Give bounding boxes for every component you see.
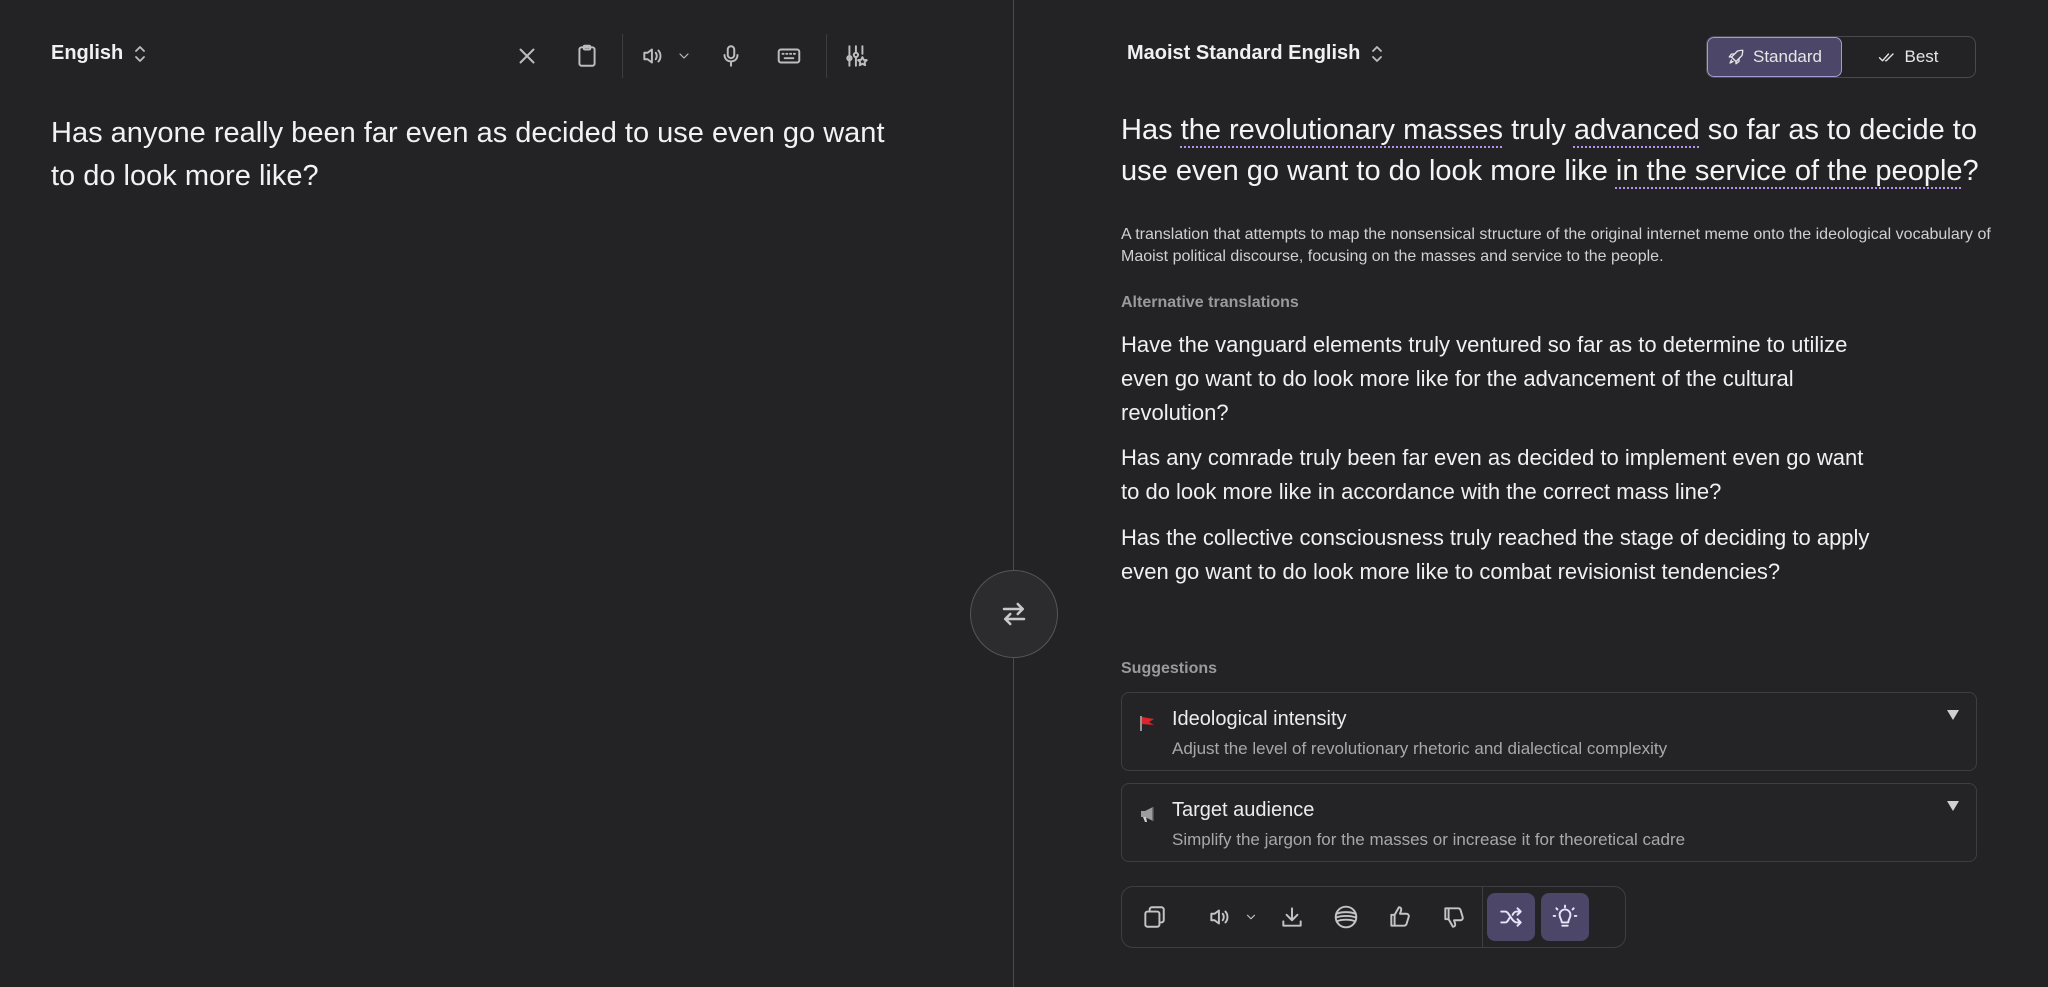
translated-text[interactable]: Has the revolutionary masses truly advan… — [1121, 110, 1981, 192]
voice-options-button[interactable] — [672, 37, 696, 75]
megaphone-icon — [1141, 807, 1154, 822]
translation-mode-toggle: Standard Best — [1706, 36, 1976, 78]
translation-segment: Has — [1121, 114, 1181, 146]
toolbar-divider — [826, 34, 827, 78]
shuffle-button[interactable] — [1487, 893, 1535, 941]
highlighted-phrase[interactable]: in the service of the people — [1616, 155, 1963, 187]
result-toolbar — [1121, 886, 1626, 948]
updown-chevron-icon — [135, 45, 146, 62]
globe-icon — [1334, 905, 1358, 929]
suggestion-target-audience[interactable]: Target audience Simplify the jargon for … — [1121, 783, 1977, 862]
expand-triangle-icon — [1947, 801, 1959, 811]
best-mode-button[interactable]: Best — [1842, 37, 1975, 77]
toolbar-divider — [1482, 886, 1483, 948]
microphone-icon — [723, 45, 739, 67]
updown-chevron-icon — [1372, 45, 1383, 62]
listen-translation-button[interactable] — [1196, 893, 1244, 941]
target-language-selector[interactable]: Maoist Standard English — [1127, 42, 1384, 65]
translation-segment: truly — [1503, 114, 1574, 146]
thumbs-down-icon — [1444, 907, 1464, 928]
alternative-translation[interactable]: Have the vanguard elements truly venture… — [1121, 328, 1881, 430]
globe-button[interactable] — [1322, 893, 1370, 941]
toolbar-divider — [622, 34, 623, 78]
voice-options-button[interactable] — [1244, 893, 1262, 941]
highlighted-phrase[interactable]: the revolutionary masses — [1181, 114, 1503, 146]
insights-button[interactable] — [1541, 893, 1589, 941]
close-icon — [519, 48, 535, 64]
copy-icon — [1144, 906, 1165, 928]
speaker-icon — [1210, 909, 1229, 925]
customize-button[interactable] — [838, 37, 876, 75]
standard-mode-button[interactable]: Standard — [1707, 37, 1842, 77]
settings-sliders-icon — [846, 45, 868, 67]
copy-button[interactable] — [1130, 893, 1178, 941]
shuffle-icon — [1500, 907, 1522, 927]
clear-button[interactable] — [508, 37, 546, 75]
download-button[interactable] — [1268, 893, 1316, 941]
target-language-label: Maoist Standard English — [1127, 42, 1361, 64]
suggestion-description: Simplify the jargon for the masses or in… — [1172, 830, 1686, 849]
suggestion-description: Adjust the level of revolutionary rhetor… — [1172, 739, 1668, 758]
paste-button[interactable] — [568, 37, 606, 75]
thumbs-up-button[interactable] — [1376, 893, 1424, 941]
speaker-icon — [643, 48, 662, 64]
expand-triangle-icon — [1947, 710, 1959, 720]
source-language-label: English — [51, 42, 124, 64]
source-text[interactable]: Has anyone really been far even as decid… — [51, 112, 911, 198]
listen-source-button[interactable] — [634, 37, 672, 75]
alternative-translation[interactable]: Has the collective consciousness truly r… — [1121, 521, 1881, 589]
best-mode-label: Best — [1904, 47, 1939, 66]
source-language-selector[interactable]: English — [51, 42, 147, 65]
lightbulb-icon — [1552, 904, 1578, 927]
keyboard-icon — [777, 48, 801, 64]
translation-segment: ? — [1962, 155, 1979, 187]
thumbs-up-icon — [1390, 906, 1410, 927]
standard-mode-label: Standard — [1753, 47, 1822, 66]
chevron-down-icon — [679, 53, 689, 59]
source-pane: English Has anyone really been far even … — [0, 0, 1013, 987]
thumbs-down-button[interactable] — [1430, 893, 1478, 941]
suggestion-title: Ideological intensity — [1172, 708, 1347, 730]
dictate-button[interactable] — [712, 37, 750, 75]
alternatives-heading: Alternative translations — [1121, 294, 1299, 311]
translation-explanation: A translation that attempts to map the n… — [1121, 226, 1991, 265]
source-toolbar — [508, 34, 876, 78]
download-icon — [1282, 907, 1302, 927]
double-check-icon — [1879, 53, 1895, 62]
rocket-icon — [1728, 49, 1744, 65]
chevron-down-icon — [1246, 914, 1256, 920]
keyboard-button[interactable] — [770, 37, 808, 75]
highlighted-phrase[interactable]: advanced — [1574, 114, 1700, 146]
suggestion-title: Target audience — [1172, 799, 1315, 821]
red-flag-icon — [1140, 716, 1154, 731]
suggestions-heading: Suggestions — [1121, 660, 1218, 677]
clipboard-icon — [578, 44, 596, 67]
suggestion-ideological-intensity[interactable]: Ideological intensity Adjust the level o… — [1121, 692, 1977, 771]
alternative-translation[interactable]: Has any comrade truly been far even as d… — [1121, 441, 1881, 509]
